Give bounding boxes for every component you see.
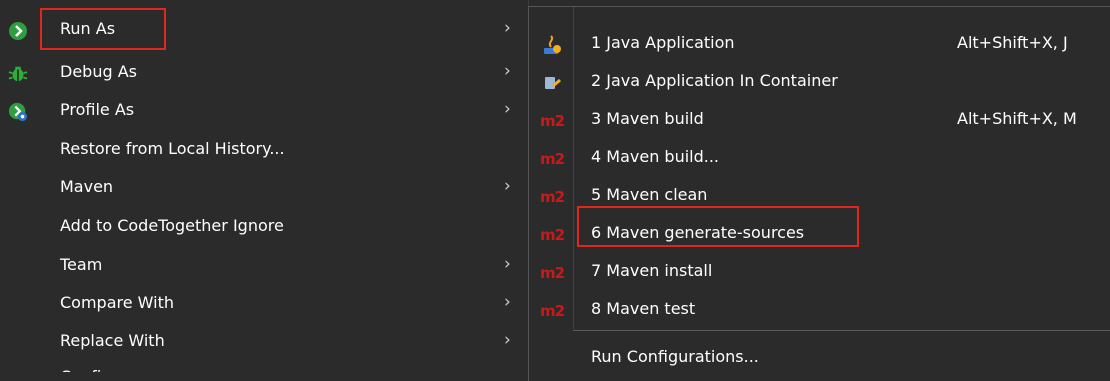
submenu-item-label: 8 Maven test bbox=[591, 299, 696, 318]
highlight-box-generate-sources bbox=[577, 206, 859, 247]
menu-item-replace-with[interactable]: Replace With › bbox=[0, 324, 528, 361]
submenu-arrow-icon: › bbox=[504, 99, 511, 119]
menu-item-compare-with[interactable]: Compare With › bbox=[0, 286, 528, 323]
java-app-icon bbox=[537, 35, 567, 55]
maven-icon: m2 bbox=[539, 112, 565, 130]
menu-clip-edge bbox=[0, 372, 528, 381]
menu-separator bbox=[573, 330, 1110, 331]
submenu-item-label: 3 Maven build bbox=[591, 109, 704, 128]
maven-icon: m2 bbox=[539, 264, 565, 282]
submenu-item-label: 2 Java Application In Container bbox=[591, 71, 838, 90]
submenu-arrow-icon: › bbox=[504, 18, 511, 38]
menu-item-label: Add to CodeTogether Ignore bbox=[60, 216, 284, 235]
java-container-icon bbox=[537, 73, 567, 93]
keyboard-shortcut: Alt+Shift+X, J bbox=[957, 33, 1068, 52]
submenu-item-maven-build[interactable]: m2 3 Maven build Alt+Shift+X, M bbox=[529, 101, 1110, 139]
maven-icon: m2 bbox=[539, 226, 565, 244]
maven-icon: m2 bbox=[539, 188, 565, 206]
menu-item-label: Maven bbox=[60, 177, 114, 196]
submenu-item-run-configurations[interactable]: Run Configurations... bbox=[529, 339, 1110, 377]
submenu-item-maven-build-dialog[interactable]: m2 4 Maven build... bbox=[529, 139, 1110, 177]
submenu-item-java-application-container[interactable]: 2 Java Application In Container bbox=[529, 63, 1110, 101]
submenu-item-label: 7 Maven install bbox=[591, 261, 713, 280]
maven-icon: m2 bbox=[539, 150, 565, 168]
menu-item-label: Team bbox=[60, 255, 103, 274]
keyboard-shortcut: Alt+Shift+X, M bbox=[957, 109, 1077, 128]
submenu-item-label: Run Configurations... bbox=[591, 347, 759, 366]
submenu-item-label: 5 Maven clean bbox=[591, 185, 708, 204]
submenu-item-java-application[interactable]: 1 Java Application Alt+Shift+X, J bbox=[529, 25, 1110, 63]
profile-icon bbox=[8, 102, 28, 122]
context-menu: Run As › Debug As › Profile As › Restore… bbox=[0, 0, 529, 381]
menu-item-label: Debug As bbox=[60, 62, 137, 81]
run-as-submenu: 1 Java Application Alt+Shift+X, J 2 Java… bbox=[528, 6, 1110, 381]
bug-icon bbox=[8, 64, 28, 84]
submenu-arrow-icon: › bbox=[504, 330, 511, 350]
submenu-arrow-icon: › bbox=[504, 176, 511, 196]
context-menu-screen: Run As › Debug As › Profile As › Restore… bbox=[0, 0, 1110, 381]
menu-item-label: Compare With bbox=[60, 293, 174, 312]
submenu-arrow-icon: › bbox=[504, 254, 511, 274]
submenu-arrow-icon: › bbox=[504, 61, 511, 81]
submenu-item-maven-install[interactable]: m2 7 Maven install bbox=[529, 253, 1110, 291]
menu-item-label: Restore from Local History... bbox=[60, 139, 285, 158]
menu-item-team[interactable]: Team › bbox=[0, 248, 528, 285]
submenu-item-label: 1 Java Application bbox=[591, 33, 735, 52]
menu-item-debug-as[interactable]: Debug As › bbox=[0, 55, 528, 92]
submenu-item-maven-test[interactable]: m2 8 Maven test bbox=[529, 291, 1110, 329]
menu-item-add-codetogether-ignore[interactable]: Add to CodeTogether Ignore bbox=[0, 209, 528, 246]
maven-icon: m2 bbox=[539, 302, 565, 320]
menu-item-label: Profile As bbox=[60, 100, 135, 119]
submenu-arrow-icon: › bbox=[504, 292, 511, 312]
submenu-item-label: 4 Maven build... bbox=[591, 147, 720, 166]
run-icon bbox=[8, 21, 28, 41]
menu-item-profile-as[interactable]: Profile As › bbox=[0, 93, 528, 130]
menu-item-label: Replace With bbox=[60, 331, 165, 350]
menu-item-maven[interactable]: Maven › bbox=[0, 170, 528, 207]
menu-item-restore-local-history[interactable]: Restore from Local History... bbox=[0, 132, 528, 169]
highlight-box-run-as bbox=[40, 8, 166, 50]
